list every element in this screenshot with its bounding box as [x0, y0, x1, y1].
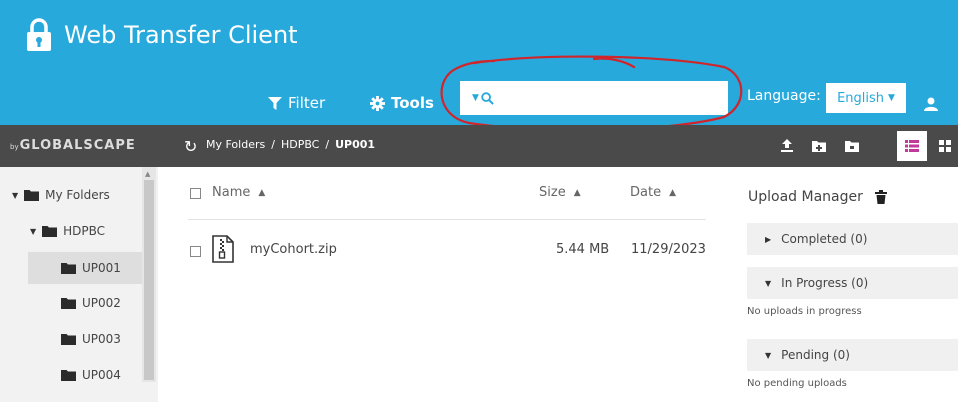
- search-box[interactable]: ▼: [460, 81, 728, 115]
- folder-icon: [61, 263, 76, 274]
- tree-item-up002[interactable]: UP002: [61, 296, 121, 310]
- folder-tree: [0, 167, 158, 402]
- tree-item-label: UP002: [82, 296, 121, 310]
- app-header: Web Transfer Client Filter Tools ▼ Langu…: [0, 0, 958, 125]
- gear-icon: [370, 95, 385, 111]
- sidebar-scroll-thumb[interactable]: [144, 180, 154, 380]
- scroll-up-icon[interactable]: ▲: [145, 170, 150, 178]
- tree-item-hdpbc[interactable]: ▼ HDPBC: [30, 224, 105, 238]
- globalscape-logo: byGLOBALSCAPE: [10, 138, 136, 153]
- tree-item-up001[interactable]: UP001: [28, 252, 142, 284]
- file-name[interactable]: myCohort.zip: [250, 242, 337, 257]
- row-checkbox[interactable]: [190, 246, 201, 257]
- column-header-date[interactable]: Date ▲: [630, 185, 676, 200]
- tree-item-up004[interactable]: UP004: [61, 368, 121, 382]
- folder-icon: [61, 370, 76, 381]
- search-input[interactable]: [499, 83, 728, 113]
- new-folder-icon[interactable]: [812, 137, 826, 156]
- collapse-triangle-icon: ▼: [765, 350, 772, 360]
- sort-asc-icon: ▲: [573, 187, 581, 198]
- user-icon[interactable]: [924, 96, 938, 115]
- list-icon: [905, 140, 919, 152]
- trash-icon[interactable]: [875, 189, 887, 208]
- filter-label: Filter: [288, 94, 326, 112]
- in-progress-note: No uploads in progress: [747, 306, 862, 317]
- lock-icon: [26, 18, 52, 52]
- chevron-down-icon[interactable]: ▼: [472, 93, 479, 103]
- tree-item-label: UP001: [82, 261, 121, 275]
- tree-item-my-folders[interactable]: ▼ My Folders: [12, 188, 110, 202]
- folder-icon: [61, 334, 76, 345]
- zip-file-icon[interactable]: [211, 235, 235, 267]
- tree-item-label: My Folders: [45, 188, 110, 202]
- grid-icon: [939, 140, 951, 152]
- breadcrumb-up001: UP001: [335, 138, 376, 151]
- language-label: Language:: [747, 88, 821, 104]
- in-progress-section[interactable]: ▼ In Progress (0): [747, 267, 958, 299]
- nav-bar: byGLOBALSCAPE ↻ My Folders / HDPBC / UP0…: [0, 125, 958, 167]
- folder-action-icon[interactable]: [845, 137, 859, 156]
- expand-triangle-icon: ▶: [765, 234, 772, 244]
- expand-triangle-icon[interactable]: ▼: [12, 191, 18, 200]
- breadcrumb: My Folders / HDPBC / UP001: [206, 138, 376, 151]
- app-title: Web Transfer Client: [64, 21, 298, 49]
- language-select[interactable]: English ▼: [826, 83, 906, 113]
- header-divider: [188, 219, 706, 220]
- tools-label: Tools: [391, 94, 434, 112]
- pending-section[interactable]: ▼ Pending (0): [747, 339, 958, 371]
- folder-icon: [24, 190, 40, 201]
- tree-item-label: UP004: [82, 368, 121, 382]
- breadcrumb-hdpbc[interactable]: HDPBC: [281, 138, 319, 151]
- completed-section[interactable]: ▶ Completed (0): [747, 223, 958, 255]
- language-value: English: [837, 90, 885, 106]
- filter-button[interactable]: Filter: [268, 94, 325, 112]
- file-date: 11/29/2023: [631, 242, 706, 257]
- file-size: 5.44 MB: [556, 242, 610, 257]
- grid-view-button[interactable]: [930, 131, 958, 161]
- tree-item-label: UP003: [82, 332, 121, 346]
- tree-item-label: HDPBC: [63, 224, 106, 238]
- expand-triangle-icon[interactable]: ▼: [30, 227, 36, 236]
- folder-icon: [42, 226, 58, 237]
- tools-button[interactable]: Tools: [370, 94, 434, 112]
- upload-manager-title: Upload Manager: [748, 189, 863, 205]
- collapse-triangle-icon: ▼: [765, 278, 772, 288]
- upload-icon[interactable]: [780, 137, 794, 156]
- column-header-size[interactable]: Size ▲: [539, 185, 581, 200]
- chevron-down-icon: ▼: [888, 93, 895, 103]
- column-header-name[interactable]: Name ▲: [212, 185, 265, 200]
- list-view-button[interactable]: [897, 131, 927, 161]
- refresh-icon[interactable]: ↻: [184, 137, 197, 156]
- pending-note: No pending uploads: [747, 378, 847, 389]
- sort-asc-icon: ▲: [258, 187, 266, 198]
- folder-icon: [61, 298, 76, 309]
- filter-icon: [268, 96, 282, 110]
- sort-asc-icon: ▲: [669, 187, 676, 198]
- select-all-checkbox[interactable]: [190, 188, 201, 199]
- search-icon: [481, 91, 494, 105]
- breadcrumb-my-folders[interactable]: My Folders: [206, 138, 265, 151]
- brand: Web Transfer Client: [26, 18, 298, 52]
- tree-item-up003[interactable]: UP003: [61, 332, 121, 346]
